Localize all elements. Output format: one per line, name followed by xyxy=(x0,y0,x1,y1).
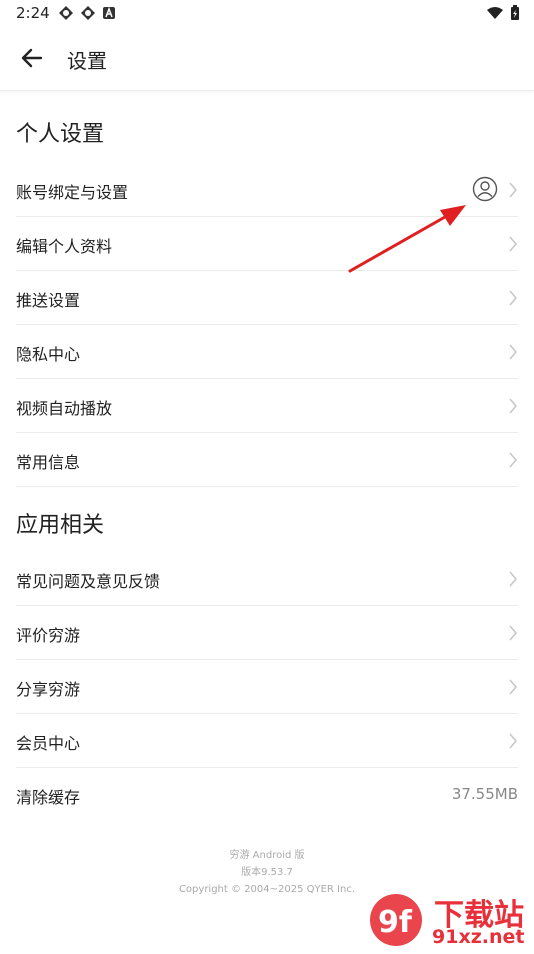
status-bar: 2:24 xyxy=(0,0,534,28)
notification-a-icon xyxy=(103,6,115,19)
section-title-app: 应用相关 xyxy=(16,513,105,538)
settings-row-account-binding[interactable]: 账号绑定与设置 xyxy=(16,163,518,217)
chevron-right-icon xyxy=(509,571,518,587)
footer-version: 版本9.53.7 xyxy=(241,867,293,878)
chevron-right-icon xyxy=(509,679,518,695)
row-label: 常用信息 xyxy=(16,453,81,472)
settings-row-faq-feedback[interactable]: 常见问题及意见反馈 xyxy=(16,552,518,606)
chevron-right-icon xyxy=(509,452,518,468)
watermark-logo: 9f 下载站 91xz.net xyxy=(360,888,534,950)
back-arrow-icon xyxy=(21,48,43,68)
app-icon xyxy=(81,6,95,20)
section-title-personal: 个人设置 xyxy=(16,122,105,147)
settings-row-member-center[interactable]: 会员中心 xyxy=(16,714,518,768)
page-title: 设置 xyxy=(67,49,107,73)
status-time: 2:24 xyxy=(16,4,50,22)
wifi-icon xyxy=(487,7,503,19)
chevron-right-icon xyxy=(509,733,518,749)
settings-row-rate-app[interactable]: 评价穷游 xyxy=(16,606,518,660)
app-icon xyxy=(59,6,73,20)
row-label: 常见问题及意见反馈 xyxy=(16,572,161,591)
chevron-right-icon xyxy=(509,236,518,252)
settings-row-video-autoplay[interactable]: 视频自动播放 xyxy=(16,379,518,433)
chevron-right-icon xyxy=(509,182,518,198)
footer-app-name: 穷游 Android 版 xyxy=(229,850,305,861)
app-bar: 设置 xyxy=(0,28,534,91)
row-label: 会员中心 xyxy=(16,734,81,753)
settings-row-privacy[interactable]: 隐私中心 xyxy=(16,325,518,379)
settings-row-push[interactable]: 推送设置 xyxy=(16,271,518,325)
settings-row-share-app[interactable]: 分享穷游 xyxy=(16,660,518,714)
row-label: 清除缓存 xyxy=(16,788,81,807)
row-label: 账号绑定与设置 xyxy=(16,183,129,202)
settings-row-edit-profile[interactable]: 编辑个人资料 xyxy=(16,217,518,271)
status-right-icons xyxy=(486,5,520,21)
row-label: 隐私中心 xyxy=(16,345,81,364)
chevron-right-icon xyxy=(509,290,518,306)
settings-row-common-info[interactable]: 常用信息 xyxy=(16,433,518,487)
svg-text:9f: 9f xyxy=(378,905,413,940)
row-label: 分享穷游 xyxy=(16,680,81,699)
row-label: 推送设置 xyxy=(16,291,81,310)
back-button[interactable] xyxy=(16,42,48,74)
row-label: 视频自动播放 xyxy=(16,399,113,418)
cache-size-value: 37.55MB xyxy=(451,785,518,803)
chevron-right-icon xyxy=(509,344,518,360)
watermark-text-bottom: 91xz.net xyxy=(432,926,525,948)
status-left-icons xyxy=(58,5,116,21)
user-avatar-icon[interactable] xyxy=(472,176,498,202)
row-label: 编辑个人资料 xyxy=(16,237,113,256)
settings-row-clear-cache[interactable]: 清除缓存 37.55MB xyxy=(16,768,518,822)
chevron-right-icon xyxy=(509,398,518,414)
battery-icon xyxy=(511,5,519,20)
row-label: 评价穷游 xyxy=(16,626,81,645)
chevron-right-icon xyxy=(509,625,518,641)
